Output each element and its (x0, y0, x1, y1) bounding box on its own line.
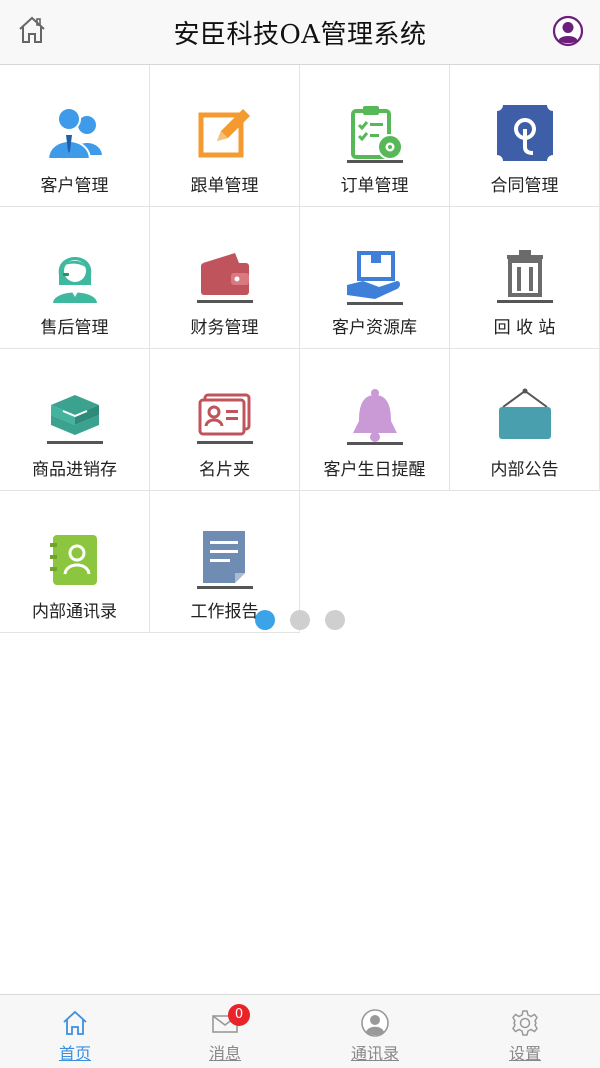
tab-settings[interactable]: 设置 (450, 995, 600, 1068)
wallet-icon (195, 245, 255, 305)
home-icon (61, 1009, 89, 1037)
module-label: 售后管理 (40, 318, 109, 338)
module-label: 回 收 站 (493, 318, 556, 338)
tab-home[interactable]: 首页 (0, 995, 150, 1068)
service-agent-icon (45, 245, 105, 305)
notice-board-icon (495, 387, 555, 447)
module-label: 合同管理 (490, 176, 559, 196)
customer-icon (45, 103, 105, 163)
message-count-badge: 0 (228, 1004, 250, 1026)
page-title: 安臣科技OA管理系统 (173, 20, 427, 50)
tab-contacts[interactable]: 通讯录 (300, 995, 450, 1068)
module-order[interactable]: 订单管理 (300, 65, 450, 207)
resource-box-icon (345, 245, 405, 305)
module-label: 客户资源库 (332, 318, 417, 338)
module-follow-up[interactable]: 跟单管理 (150, 65, 300, 207)
edit-icon (195, 103, 255, 163)
module-inventory[interactable]: 商品进销存 (0, 349, 150, 491)
tab-messages[interactable]: 消息 (150, 995, 300, 1068)
address-book-icon (45, 529, 105, 589)
bottom-tab-bar: 首页 消息 通讯录 设置 (0, 994, 600, 1068)
module-finance[interactable]: 财务管理 (150, 207, 300, 349)
contacts-icon (361, 1009, 389, 1037)
contract-icon (495, 103, 555, 163)
order-clipboard-icon (345, 103, 405, 163)
module-label: 财务管理 (190, 318, 259, 338)
module-label: 订单管理 (340, 176, 409, 196)
module-after-sales[interactable]: 售后管理 (0, 207, 150, 349)
tab-label: 消息 (208, 1044, 241, 1063)
app-header: 安臣科技OA管理系统 (0, 0, 600, 65)
report-document-icon (195, 529, 255, 589)
page-dot-2[interactable] (290, 610, 310, 630)
page-dot-1[interactable] (255, 610, 275, 630)
module-contract[interactable]: 合同管理 (450, 65, 600, 207)
module-label: 内部公告 (490, 460, 559, 480)
module-customer-pool[interactable]: 客户资源库 (300, 207, 450, 349)
bell-icon (345, 387, 405, 447)
tab-label: 通讯录 (350, 1044, 399, 1063)
gear-icon (511, 1009, 539, 1037)
module-notice[interactable]: 内部公告 (450, 349, 600, 491)
module-card-holder[interactable]: 名片夹 (150, 349, 300, 491)
module-birthday-reminder[interactable]: 客户生日提醒 (300, 349, 450, 491)
page-dot-3[interactable] (325, 610, 345, 630)
tab-label: 首页 (58, 1044, 91, 1063)
module-recycle-bin[interactable]: 回 收 站 (450, 207, 600, 349)
card-holder-icon (195, 387, 255, 447)
module-label: 跟单管理 (190, 176, 259, 196)
module-customer[interactable]: 客户管理 (0, 65, 150, 207)
page-indicator (0, 610, 600, 632)
user-avatar-icon[interactable] (552, 15, 584, 47)
tab-label: 设置 (508, 1044, 541, 1063)
trash-icon (495, 245, 555, 305)
module-label: 客户生日提醒 (323, 460, 426, 480)
module-label: 商品进销存 (32, 460, 117, 480)
inventory-box-icon (45, 387, 105, 447)
module-label: 客户管理 (40, 176, 109, 196)
module-label: 名片夹 (199, 460, 250, 480)
